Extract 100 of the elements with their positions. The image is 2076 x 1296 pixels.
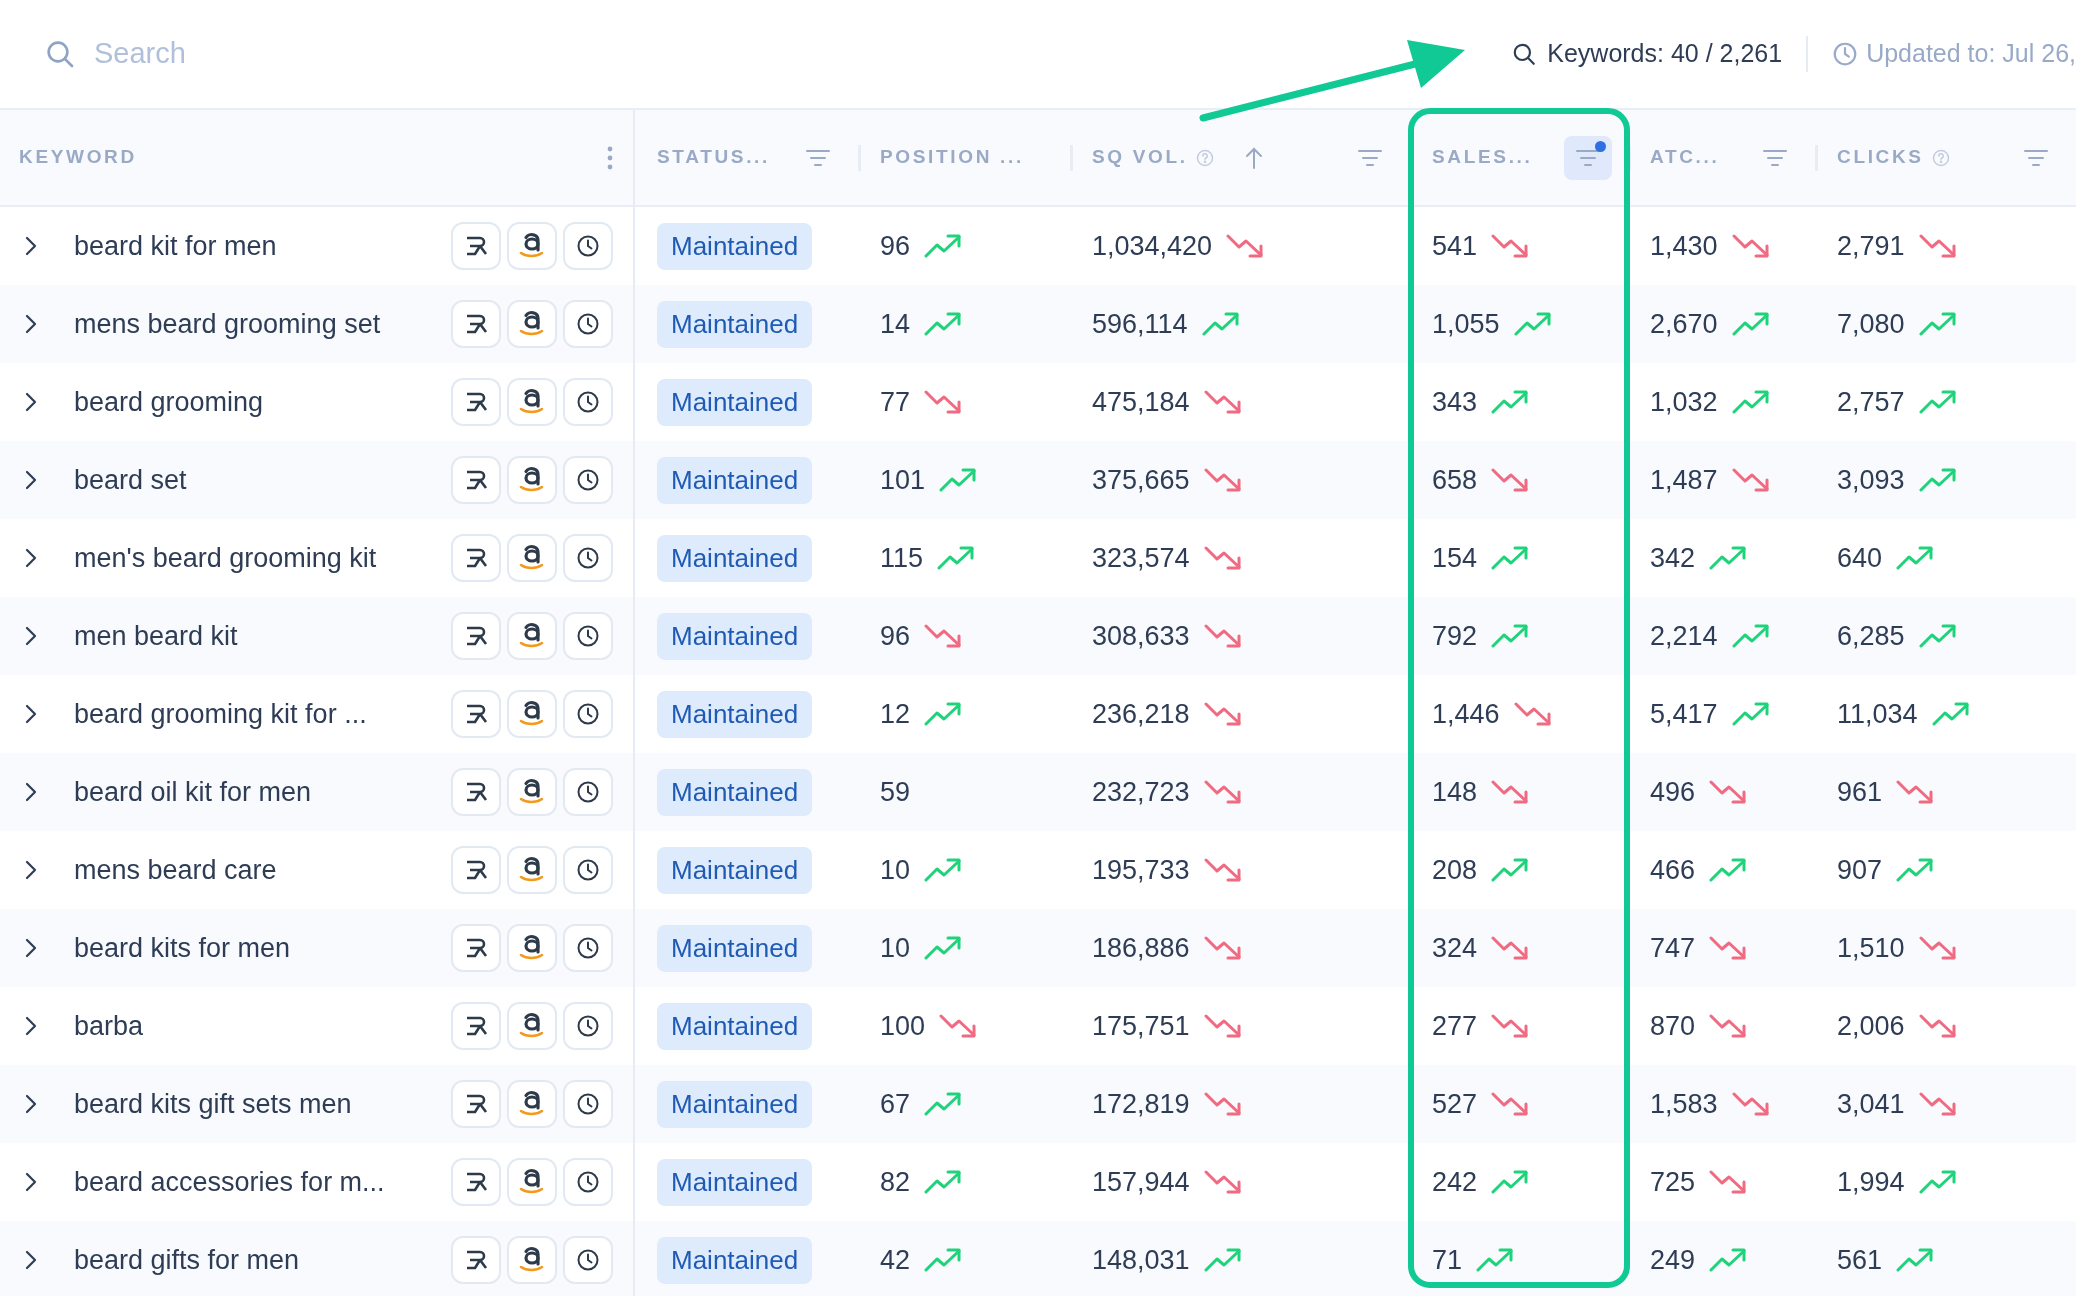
table-cell-text: 907 — [1837, 853, 1883, 887]
sr-button[interactable] — [451, 1158, 501, 1206]
expand-chevron-icon[interactable] — [24, 859, 38, 881]
column-header: CLICKS — [1837, 145, 1924, 170]
trend-up-icon — [1201, 311, 1240, 337]
table-row[interactable]: beard kits gift sets men Maintained 67 172,819 527 1,583 3,041 — [0, 1065, 2076, 1143]
expand-chevron-icon[interactable] — [24, 937, 38, 959]
sr-button[interactable] — [451, 846, 501, 894]
amazon-button[interactable] — [507, 846, 557, 894]
expand-chevron-icon[interactable] — [24, 547, 38, 569]
filter-icon — [1762, 147, 1788, 168]
sr-button[interactable] — [451, 378, 501, 426]
status-badge: Maintained — [657, 378, 813, 426]
sr-button[interactable] — [451, 612, 501, 660]
amazon-button[interactable] — [507, 1002, 557, 1050]
sr-button[interactable] — [451, 690, 501, 738]
history-button[interactable] — [563, 534, 613, 582]
history-button[interactable] — [563, 1002, 613, 1050]
amazon-button[interactable] — [507, 690, 557, 738]
table-cell-text: 1,583 — [1650, 1087, 1718, 1121]
trend-up-icon — [1918, 311, 1957, 337]
amazon-button[interactable] — [507, 1080, 557, 1128]
amazon-button[interactable] — [507, 768, 557, 816]
history-button[interactable] — [563, 846, 613, 894]
column-header: ATC... — [1650, 145, 1720, 170]
search-field[interactable]: Search — [0, 32, 900, 76]
sr-button[interactable] — [451, 768, 501, 816]
amazon-button[interactable] — [507, 378, 557, 426]
sr-logo-icon — [464, 1249, 488, 1271]
sr-button[interactable] — [451, 222, 501, 270]
sr-button[interactable] — [451, 1236, 501, 1284]
history-button[interactable] — [563, 768, 613, 816]
expand-chevron-icon[interactable] — [24, 1249, 38, 1271]
history-button[interactable] — [563, 1080, 613, 1128]
expand-chevron-icon[interactable] — [24, 313, 38, 335]
table-cell-text: 2,006 — [1837, 1009, 1905, 1043]
table-cell-text: 561 — [1837, 1243, 1883, 1277]
expand-chevron-icon[interactable] — [24, 391, 38, 413]
amazon-button[interactable] — [507, 534, 557, 582]
table-cell-text: 466 — [1650, 853, 1696, 887]
amazon-button[interactable] — [507, 1236, 557, 1284]
history-button[interactable] — [563, 1158, 613, 1206]
amazon-button[interactable] — [507, 1158, 557, 1206]
trend-up-icon — [1918, 389, 1957, 415]
history-button[interactable] — [563, 924, 613, 972]
table-row[interactable]: beard gifts for men Maintained 42 148,031 71 249 561 — [0, 1221, 2076, 1296]
table-row[interactable]: men beard kit Maintained 96 308,633 792 2,214 6,285 — [0, 597, 2076, 675]
trend-up-icon — [1731, 311, 1770, 337]
table-cell-text: 2,757 — [1837, 385, 1905, 419]
trend-down-icon — [1203, 1013, 1242, 1039]
expand-chevron-icon[interactable] — [24, 235, 38, 257]
trend-up-icon — [1476, 1247, 1515, 1273]
amazon-button[interactable] — [507, 222, 557, 270]
expand-chevron-icon[interactable] — [24, 1093, 38, 1115]
history-button[interactable] — [563, 300, 613, 348]
sr-button[interactable] — [451, 1002, 501, 1050]
table-row[interactable]: beard set Maintained 101 375,665 658 1,487 3,093 — [0, 441, 2076, 519]
trend-down-icon — [924, 389, 963, 415]
trend-up-icon — [1918, 623, 1957, 649]
sr-button[interactable] — [451, 924, 501, 972]
table-row[interactable]: mens beard grooming set Maintained 14 596,114 1,055 2,670 7,080 — [0, 285, 2076, 363]
table-row[interactable]: beard kits for men Maintained 10 186,886 324 747 1,510 — [0, 909, 2076, 987]
table-cell-text: 747 — [1650, 931, 1696, 965]
trend-up-icon — [1931, 701, 1970, 727]
keyword-text: beard grooming kit for ... — [74, 697, 367, 731]
trend-up-icon — [937, 545, 976, 571]
sr-button[interactable] — [451, 456, 501, 504]
trend-down-icon — [1203, 857, 1242, 883]
expand-chevron-icon[interactable] — [24, 469, 38, 491]
history-button[interactable] — [563, 690, 613, 738]
table-cell-text: 100 — [880, 1009, 926, 1043]
trend-down-icon — [939, 1013, 978, 1039]
table-cell-text: 154 — [1432, 541, 1478, 575]
history-button[interactable] — [563, 222, 613, 270]
expand-chevron-icon[interactable] — [24, 625, 38, 647]
table-row[interactable]: beard oil kit for men Maintained 59 232,723 148 496 961 — [0, 753, 2076, 831]
expand-chevron-icon[interactable] — [24, 781, 38, 803]
trend-down-icon — [1203, 1091, 1242, 1117]
sr-button[interactable] — [451, 534, 501, 582]
amazon-button[interactable] — [507, 924, 557, 972]
expand-chevron-icon[interactable] — [24, 1171, 38, 1193]
amazon-button[interactable] — [507, 300, 557, 348]
trend-down-icon — [1513, 701, 1552, 727]
history-button[interactable] — [563, 1236, 613, 1284]
search-icon — [44, 38, 76, 70]
expand-chevron-icon[interactable] — [24, 1015, 38, 1037]
history-button[interactable] — [563, 456, 613, 504]
sr-button[interactable] — [451, 300, 501, 348]
amazon-button[interactable] — [507, 456, 557, 504]
table-cell-text: 3,041 — [1837, 1087, 1905, 1121]
amazon-button[interactable] — [507, 612, 557, 660]
table-cell-text: 3,093 — [1837, 463, 1905, 497]
sr-button[interactable] — [451, 1080, 501, 1128]
column-header: SQ VOL. — [1092, 145, 1188, 170]
history-button[interactable] — [563, 378, 613, 426]
table-cell-text: 2,791 — [1837, 229, 1905, 263]
history-button[interactable] — [563, 612, 613, 660]
expand-chevron-icon[interactable] — [24, 703, 38, 725]
search-input[interactable]: Search — [94, 32, 694, 76]
filter-button[interactable] — [1564, 135, 1612, 180]
